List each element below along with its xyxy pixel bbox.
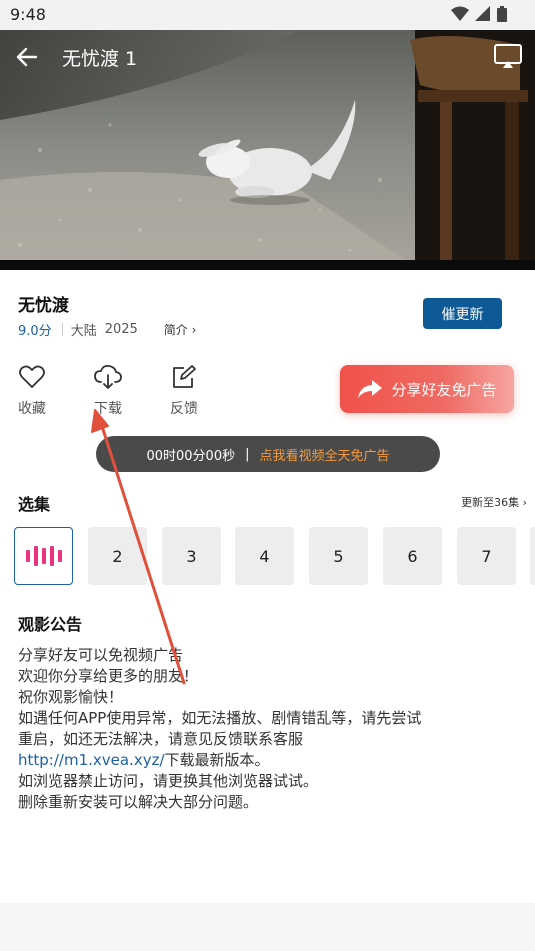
- download-url-link[interactable]: http://m1.xvea.xyz/: [18, 751, 165, 769]
- show-meta: 9.0分 大陆 2025 简介 ›: [18, 320, 196, 339]
- notice-line: 分享好友可以免视频广告: [18, 646, 184, 664]
- signal-icon: [475, 6, 490, 21]
- notice-line: 欢迎你分享给更多的朋友！: [18, 667, 199, 685]
- urge-update-button[interactable]: 催更新: [423, 298, 502, 329]
- app-screen: 9:48 无忧渡 1 无忧渡 9.0分 大陆 2025 简介 › 催更新 收藏 …: [0, 0, 535, 951]
- feedback-action[interactable]: 反馈: [164, 364, 204, 418]
- watch-video-ad-free-link[interactable]: 点我看视频全天免广告: [260, 445, 390, 464]
- video-player[interactable]: 无忧渡 1: [0, 30, 535, 270]
- cloud-download-icon: [94, 364, 122, 389]
- episodes-update-link[interactable]: 更新至36集 ›: [461, 494, 527, 510]
- wifi-icon: [451, 6, 469, 21]
- player-bottom-edge: [0, 260, 535, 270]
- heart-icon: [19, 365, 45, 388]
- episodes-title: 选集: [18, 495, 51, 514]
- share-arrow-icon: [358, 380, 383, 398]
- bottom-band: [0, 903, 535, 951]
- cast-screen-icon[interactable]: [493, 42, 523, 70]
- notice-title: 观影公告: [18, 615, 83, 634]
- share-friends-button[interactable]: 分享好友免广告: [340, 365, 514, 413]
- status-bar: 9:48: [0, 0, 535, 30]
- show-year: 2025: [104, 322, 138, 337]
- notice-body: 分享好友可以免视频广告 欢迎你分享给更多的朋友！ 祝你观影愉快！ 如遇任何APP…: [18, 645, 523, 813]
- favorite-label: 收藏: [18, 401, 46, 417]
- episode-item[interactable]: 5: [309, 527, 368, 585]
- status-time: 9:48: [10, 5, 46, 24]
- playing-bars-icon: [25, 546, 62, 566]
- notice-line: 重启，如还无法解决，请意见反馈联系客服: [18, 730, 304, 748]
- ad-free-timer-banner[interactable]: 00时00分00秒 | 点我看视频全天免广告: [96, 436, 440, 472]
- notice-line: 删除重新安装可以解决大部分问题。: [18, 793, 259, 811]
- episode-item[interactable]: 7: [457, 527, 516, 585]
- episode-item[interactable]: 2: [88, 527, 147, 585]
- download-action[interactable]: 下载: [88, 364, 128, 418]
- status-icons: [451, 6, 507, 22]
- download-label: 下载: [94, 401, 122, 417]
- notice-link-suffix: 下载最新版本。: [164, 751, 270, 769]
- player-title: 无忧渡 1: [62, 48, 138, 70]
- show-title: 无忧渡: [18, 296, 69, 316]
- timer-countdown: 00时00分00秒: [146, 448, 236, 464]
- episode-list: 2 3 4 5 6 7: [14, 527, 535, 585]
- share-label: 分享好友免广告: [391, 380, 497, 399]
- notice-line: 如遇任何APP使用异常，如无法播放、剧情错乱等，请先尝试: [18, 709, 422, 727]
- notice-line: 祝你观影愉快！: [18, 688, 124, 706]
- player-top-bar: 无忧渡 1: [0, 30, 535, 86]
- feedback-label: 反馈: [170, 401, 198, 417]
- timer-divider: |: [245, 446, 250, 462]
- back-arrow-icon[interactable]: [14, 44, 40, 70]
- show-score: 9.0分: [18, 324, 52, 339]
- show-region: 大陆: [70, 324, 97, 339]
- edit-feedback-icon: [173, 365, 196, 388]
- episode-item[interactable]: 3: [162, 527, 221, 585]
- episode-item[interactable]: 6: [383, 527, 442, 585]
- favorite-action[interactable]: 收藏: [12, 364, 52, 418]
- notice-link-line: http://m1.xvea.xyz/下载最新版本。: [18, 750, 523, 771]
- notice-line: 如浏览器禁止访问，请更换其他浏览器试试。: [18, 772, 319, 790]
- episode-item-partial[interactable]: [530, 527, 535, 585]
- battery-icon: [497, 6, 507, 22]
- episode-item[interactable]: 4: [235, 527, 294, 585]
- episode-1-playing[interactable]: [14, 527, 73, 585]
- intro-link[interactable]: 简介 ›: [164, 321, 197, 338]
- meta-divider: [61, 323, 63, 336]
